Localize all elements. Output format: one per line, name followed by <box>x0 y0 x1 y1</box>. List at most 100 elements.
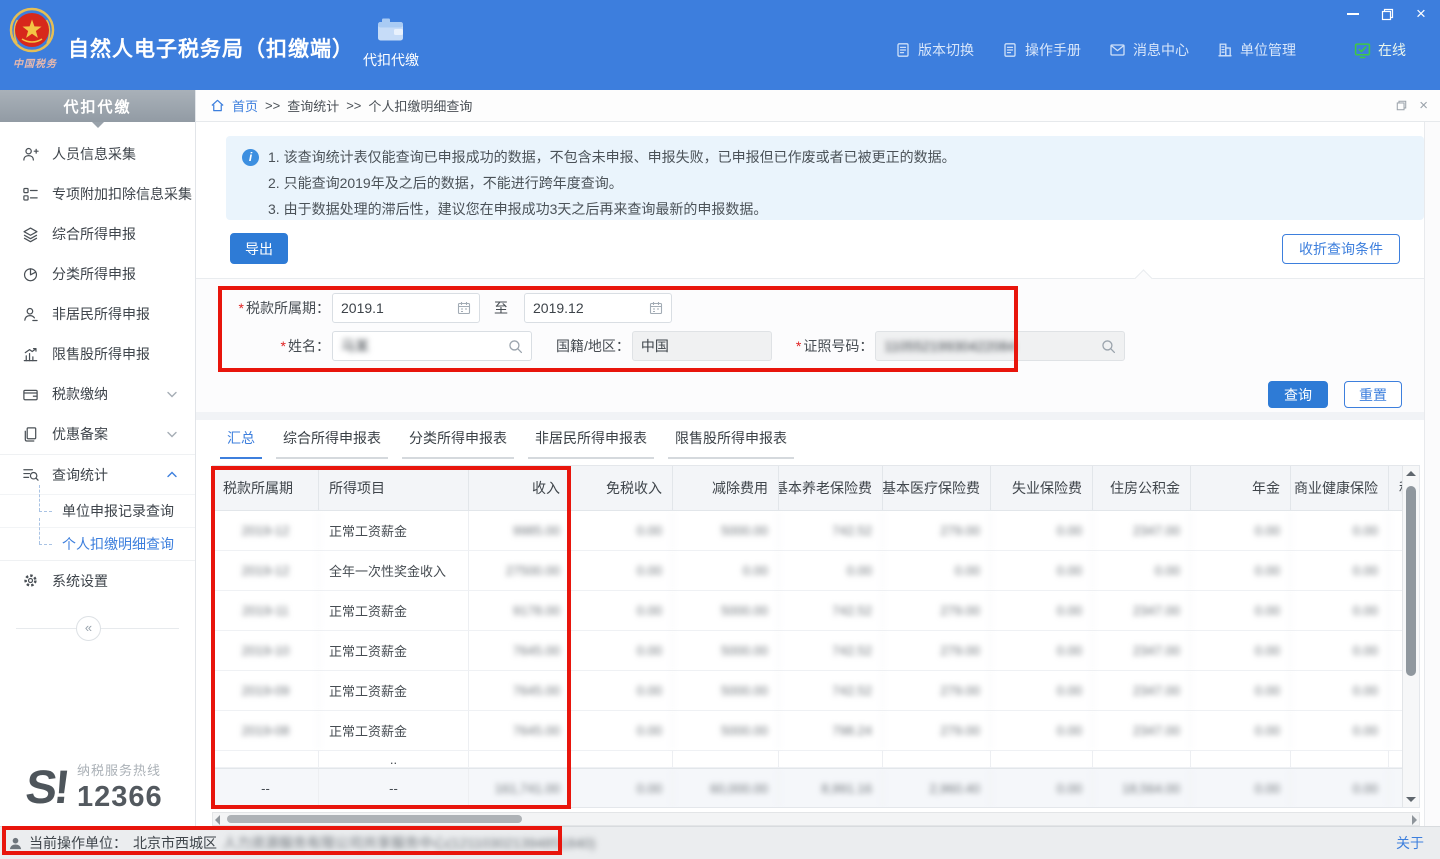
current-unit-prefix: 当前操作单位： <box>29 833 127 853</box>
table-cell: 742.52 <box>779 511 883 550</box>
scroll-left-arrow[interactable] <box>215 815 220 825</box>
table-cell: 279.00 <box>883 671 991 710</box>
export-button[interactable]: 导出 <box>230 233 288 264</box>
table-cell: 正常工资薪金 <box>319 511 469 550</box>
search-icon[interactable] <box>508 339 523 354</box>
message-center-button[interactable]: 消息中心 <box>1109 40 1189 60</box>
period-to-input[interactable]: 2019.12 <box>524 293 672 323</box>
column-header-11: 税延养老保险 <box>1389 466 1402 510</box>
name-input[interactable]: 马某 <box>332 331 532 361</box>
sidebar-item-special-deduction[interactable]: 专项附加扣除信息采集 <box>0 174 195 214</box>
close-button[interactable]: × <box>1412 6 1430 22</box>
sidebar-item-label: 综合所得申报 <box>52 224 136 244</box>
unit-management-label: 单位管理 <box>1240 40 1296 60</box>
table-cell: 2019-11 <box>213 591 319 630</box>
sidebar-item-preference-filing[interactable]: 优惠备案 <box>0 414 195 454</box>
layers-icon <box>22 226 39 243</box>
toggle-query-conditions-button[interactable]: 收折查询条件 <box>1282 234 1400 264</box>
restore-button[interactable] <box>1378 6 1396 22</box>
required-star: * <box>796 338 801 354</box>
minimize-button[interactable] <box>1344 6 1362 22</box>
breadcrumb-separator: >> <box>265 98 280 113</box>
table-cell: 0.00 <box>1291 591 1389 630</box>
table-cell: 9985.00 <box>469 511 571 550</box>
manual-button[interactable]: 操作手册 <box>1002 40 1081 60</box>
sidebar-item-query-statistics[interactable]: 查询统计 <box>0 454 195 494</box>
page-scroll-gutter[interactable] <box>1424 122 1440 826</box>
tab-summary[interactable]: 汇总 <box>220 424 262 459</box>
table-header-row: 税款所属期所得项目收入免税收入减除费用基本养老保险费基本医疗保险费失业保险费住房… <box>213 466 1402 511</box>
close-page-icon[interactable]: × <box>1419 97 1428 114</box>
column-header-1: 所得项目 <box>319 466 469 510</box>
horizontal-scrollbar[interactable] <box>212 812 1420 826</box>
header-menu: 版本切换 操作手册 消息中心 单位管理 <box>895 40 1406 60</box>
tab-nonresident[interactable]: 非居民所得申报表 <box>528 424 654 459</box>
table-cell: 5000.00 <box>673 711 779 750</box>
nationality-value: 中国 <box>641 336 763 356</box>
sidebar: 代扣代缴 人员信息采集 专项附加扣除信息采集 综合所得申报 <box>0 90 196 826</box>
panel-divider <box>196 412 1424 420</box>
sidebar-subitem-personal-withholding-detail[interactable]: 个人扣缴明细查询 <box>0 527 195 560</box>
horizontal-scroll-thumb[interactable] <box>227 815 522 823</box>
cert-label: *证照号码： <box>796 336 873 356</box>
column-header-4: 减除费用 <box>673 466 779 510</box>
table-cell: 2347.00 <box>1093 671 1191 710</box>
table-cell: 0.00 <box>1389 671 1402 710</box>
column-header-10: 商业健康保险 <box>1291 466 1389 510</box>
sidebar-item-classified-income[interactable]: 分类所得申报 <box>0 254 195 294</box>
wallet-icon <box>376 17 406 43</box>
period-from-input[interactable]: 2019.1 <box>332 293 480 323</box>
scroll-right-arrow[interactable] <box>1412 815 1417 825</box>
module-tab-daikou[interactable]: 代扣代缴 <box>352 17 430 70</box>
sidebar-item-system-settings[interactable]: 系统设置 <box>0 560 195 600</box>
sidebar-item-comprehensive-income[interactable]: 综合所得申报 <box>0 214 195 254</box>
version-switch-button[interactable]: 版本切换 <box>895 40 974 60</box>
column-header-3: 免税收入 <box>571 466 673 510</box>
app-header: 中国税务 自然人电子税务局（扣缴端） 代扣代缴 版本切换 <box>0 0 1440 90</box>
breadcrumb-separator: >> <box>346 98 361 113</box>
breadcrumb-home[interactable]: 首页 <box>232 96 258 115</box>
table-cell: 正常工资薪金 <box>319 711 469 750</box>
tab-restricted-stock[interactable]: 限售股所得申报表 <box>668 424 794 459</box>
main-area: 首页 >> 查询统计 >> 个人扣缴明细查询 × i 1. 该查询统计表仅能查询… <box>196 90 1440 826</box>
reset-button[interactable]: 重置 <box>1344 381 1402 408</box>
table-cell: 0.00 <box>1191 671 1291 710</box>
table-cell <box>1191 751 1291 767</box>
sidebar-item-nonresident-income[interactable]: 非居民所得申报 <box>0 294 195 334</box>
sidebar-item-personnel-info[interactable]: 人员信息采集 <box>0 134 195 174</box>
app-title: 自然人电子税务局（扣缴端） <box>68 33 354 63</box>
vertical-scrollbar[interactable] <box>1402 466 1419 807</box>
table-cell: 0.00 <box>1191 769 1291 807</box>
query-button[interactable]: 查询 <box>1268 381 1328 408</box>
table-cell: 0.00 <box>991 671 1093 710</box>
module-tab-label: 代扣代缴 <box>352 50 430 70</box>
table-cell: 742.52 <box>779 671 883 710</box>
table-cell: 279.00 <box>883 631 991 670</box>
restore-page-icon[interactable] <box>1396 100 1407 111</box>
scroll-down-arrow[interactable] <box>1406 797 1416 802</box>
page-tab-controls: × <box>1396 97 1428 114</box>
tab-comprehensive[interactable]: 综合所得申报表 <box>276 424 388 459</box>
online-status[interactable]: 在线 <box>1354 40 1406 60</box>
table-cell: 0.00 <box>1291 631 1389 670</box>
sidebar-item-tax-payment[interactable]: 税款缴纳 <box>0 374 195 414</box>
pie-chart-icon <box>22 266 39 283</box>
table-cell: 0.00 <box>1389 711 1402 750</box>
tax-emblem-logo: 中国税务 <box>8 6 62 70</box>
unit-management-button[interactable]: 单位管理 <box>1217 40 1296 60</box>
sidebar-subitem-unit-declare-record[interactable]: 单位申报记录查询 <box>0 494 195 527</box>
column-header-8: 住房公积金 <box>1093 466 1191 510</box>
table-cell: 0.00 <box>1291 671 1389 710</box>
handbook-icon <box>1002 42 1018 58</box>
sidebar-item-restricted-stock[interactable]: 限售股所得申报 <box>0 334 195 374</box>
search-icon[interactable] <box>1101 339 1116 354</box>
sidebar-collapse-button[interactable]: « <box>76 616 101 641</box>
vertical-scroll-thumb[interactable] <box>1406 486 1416 676</box>
scroll-up-arrow[interactable] <box>1406 471 1416 476</box>
table-cell: 0.00 <box>1291 511 1389 550</box>
table-cell: 2019-12 <box>213 511 319 550</box>
tab-classified[interactable]: 分类所得申报表 <box>402 424 514 459</box>
about-link[interactable]: 关于 <box>1396 833 1424 853</box>
table-cell: 0.00 <box>571 711 673 750</box>
table-cell <box>213 751 319 767</box>
